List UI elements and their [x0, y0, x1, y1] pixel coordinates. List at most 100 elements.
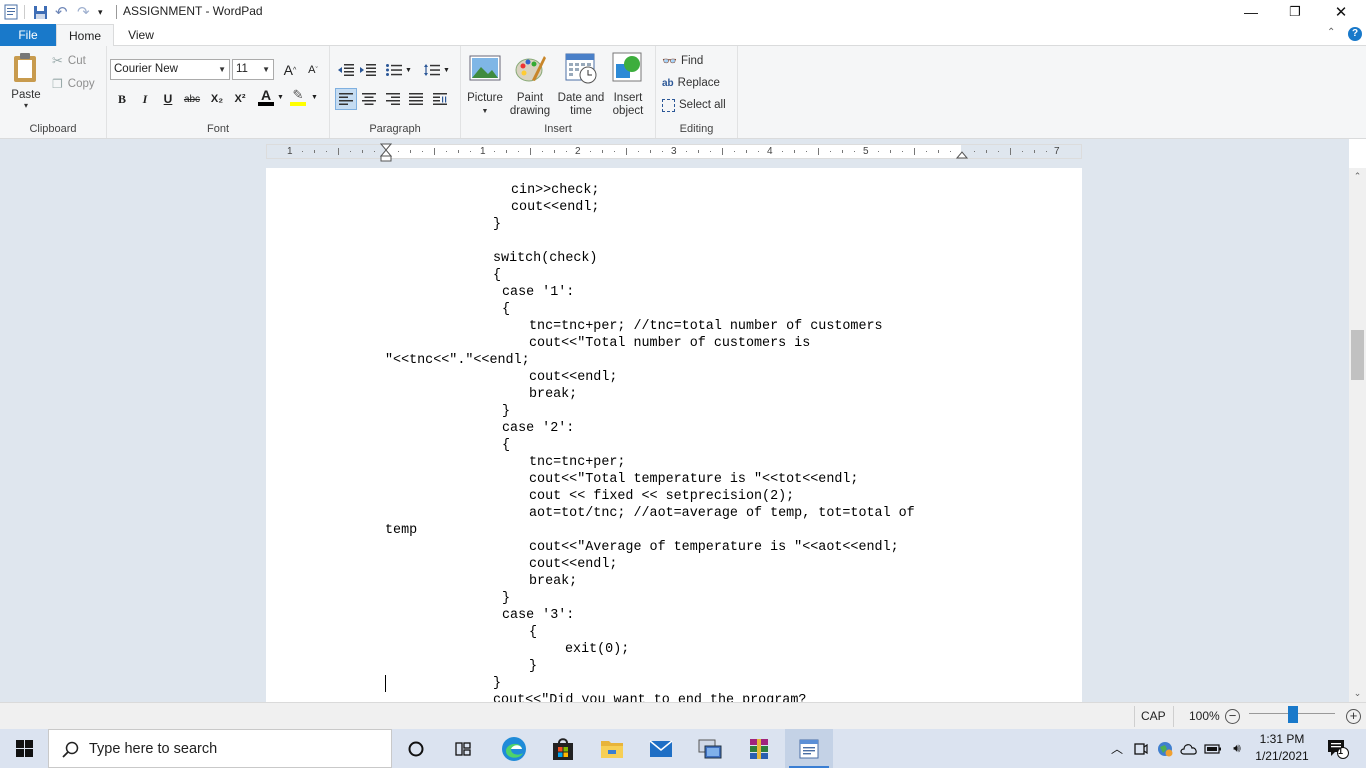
italic-button[interactable]: I	[134, 88, 156, 110]
bold-button[interactable]: B	[111, 88, 133, 110]
picture-button[interactable]: Picture ▼	[461, 52, 509, 118]
task-view-button[interactable]	[440, 729, 488, 768]
superscript-button[interactable]: X²	[229, 88, 251, 110]
search-placeholder: Type here to search	[89, 741, 218, 757]
date-time-button[interactable]: Date and time	[556, 52, 606, 118]
grow-font-icon: A	[283, 62, 294, 78]
zoom-slider-thumb[interactable]	[1288, 706, 1298, 723]
align-center-button[interactable]	[358, 88, 380, 110]
scroll-up-icon[interactable]: ⌃	[1349, 168, 1366, 185]
select-all-button[interactable]: Select all	[662, 95, 726, 115]
ruler-tick	[878, 151, 879, 152]
increase-indent-button[interactable]	[357, 59, 379, 81]
wordpad-icon	[799, 739, 819, 758]
zoom-in-button[interactable]: +	[1346, 709, 1361, 724]
scroll-down-icon[interactable]: ⌄	[1349, 685, 1366, 702]
help-icon[interactable]: ?	[1348, 27, 1362, 41]
document-line: case '3':	[502, 608, 575, 623]
bullets-button[interactable]: ▼	[384, 59, 414, 81]
tab-file[interactable]: File	[0, 24, 56, 46]
document-page[interactable]: cin>>check; cout<<endl;} switch(check){cas…	[266, 168, 1082, 702]
document-line: break;	[529, 387, 578, 402]
font-size-select[interactable]: 11 ▼	[232, 59, 274, 80]
store-taskbar-icon[interactable]	[539, 729, 587, 768]
cut-button[interactable]: ✂ Cut	[52, 51, 86, 71]
edge-taskbar-icon[interactable]	[490, 729, 538, 768]
scissors-icon: ✂	[52, 53, 63, 68]
wordpad-taskbar-icon[interactable]	[785, 729, 833, 768]
save-icon[interactable]	[33, 3, 48, 21]
indent-marker[interactable]	[380, 143, 392, 163]
paragraph-settings-button[interactable]	[429, 88, 451, 110]
mail-taskbar-icon[interactable]	[637, 729, 685, 768]
edge-icon	[502, 736, 526, 761]
paint-drawing-button[interactable]: Paint drawing	[506, 52, 554, 118]
battery-icon[interactable]	[1202, 729, 1224, 768]
tab-home[interactable]: Home	[56, 24, 114, 47]
undo-icon[interactable]: ↶	[55, 3, 68, 21]
text-color-button[interactable]: A	[255, 86, 277, 108]
tab-view[interactable]: View	[118, 24, 164, 46]
shrink-font-button[interactable]: Aˇ	[302, 59, 324, 81]
collapse-ribbon-icon[interactable]: ⌃	[1327, 27, 1335, 38]
font-family-select[interactable]: Courier New ▼	[110, 59, 230, 80]
winrar-taskbar-icon[interactable]	[735, 729, 783, 768]
insert-object-button[interactable]: Insert object	[604, 52, 652, 118]
subscript-button[interactable]: X₂	[206, 88, 228, 110]
ruler-tick	[338, 148, 339, 155]
caps-lock-indicator: CAP	[1141, 709, 1166, 723]
network-globe-icon[interactable]	[1154, 729, 1176, 768]
vertical-scrollbar[interactable]: ⌃ ⌄	[1349, 168, 1366, 702]
justify-button[interactable]	[405, 88, 427, 110]
notification-center-button[interactable]: 1	[1318, 729, 1358, 768]
decrease-indent-button[interactable]	[335, 59, 357, 81]
ruler-tick	[566, 151, 567, 152]
ruler-tick	[506, 150, 507, 153]
onedrive-icon[interactable]	[1178, 729, 1200, 768]
remote-desktop-icon	[698, 739, 722, 758]
show-hidden-icons-button[interactable]: ︿	[1108, 729, 1126, 768]
start-button[interactable]	[0, 729, 48, 768]
grow-font-button[interactable]: A ^	[279, 59, 301, 81]
document-line: }	[529, 659, 538, 674]
taskbar-search-box[interactable]: Type here to search	[48, 729, 392, 768]
underline-button[interactable]: U	[157, 88, 179, 110]
maximize-button[interactable]: ❐	[1272, 0, 1318, 24]
wordpad-app-icon[interactable]	[4, 3, 18, 21]
highlighter-icon: ✎	[292, 87, 304, 102]
right-indent-marker[interactable]	[956, 150, 968, 159]
redo-icon[interactable]: ↷	[77, 3, 90, 21]
ribbon: Paste ▾ ✂ Cut ❐ Copy Clipboard Courier N…	[0, 46, 1366, 139]
paste-button[interactable]: Paste ▾	[6, 52, 46, 110]
customize-quick-access-icon[interactable]: ▾	[98, 3, 103, 21]
align-left-button[interactable]	[335, 88, 357, 110]
text-color-dropdown-icon[interactable]: ▼	[277, 94, 284, 101]
align-right-button[interactable]	[382, 88, 404, 110]
strikethrough-button[interactable]: abc	[181, 88, 203, 110]
ruler-tick	[1010, 148, 1011, 155]
zoom-out-button[interactable]: −	[1225, 709, 1240, 724]
highlight-dropdown-icon[interactable]: ▼	[311, 94, 318, 101]
copy-button[interactable]: ❐ Copy	[52, 74, 95, 94]
justify-icon	[409, 93, 423, 105]
meet-now-icon[interactable]	[1131, 729, 1151, 768]
remote-desktop-taskbar-icon[interactable]	[686, 729, 734, 768]
ruler[interactable]: 1 1 2 3 4 5 7	[266, 143, 1082, 162]
document-line: tnc=tnc+per;	[529, 455, 626, 470]
find-button[interactable]: 👓 Find	[662, 51, 703, 71]
paste-dropdown-icon[interactable]: ▾	[6, 101, 46, 110]
replace-button[interactable]: ab Replace	[662, 73, 720, 93]
ruler-tick	[326, 151, 327, 152]
ruler-tick	[842, 150, 843, 153]
volume-icon[interactable]: 🔊︎	[1226, 729, 1248, 768]
file-explorer-taskbar-icon[interactable]	[588, 729, 636, 768]
ruler-tick	[698, 150, 699, 153]
line-spacing-button[interactable]: ▼	[422, 59, 452, 81]
copy-label: Copy	[67, 78, 95, 90]
cortana-button[interactable]	[392, 729, 440, 768]
scrollbar-thumb[interactable]	[1351, 330, 1364, 380]
system-clock[interactable]: 1:31 PM 1/21/2021	[1248, 731, 1316, 765]
close-button[interactable]: ✕	[1318, 0, 1364, 24]
highlight-color-button[interactable]: ✎	[287, 86, 309, 108]
minimize-button[interactable]: —	[1228, 0, 1274, 24]
